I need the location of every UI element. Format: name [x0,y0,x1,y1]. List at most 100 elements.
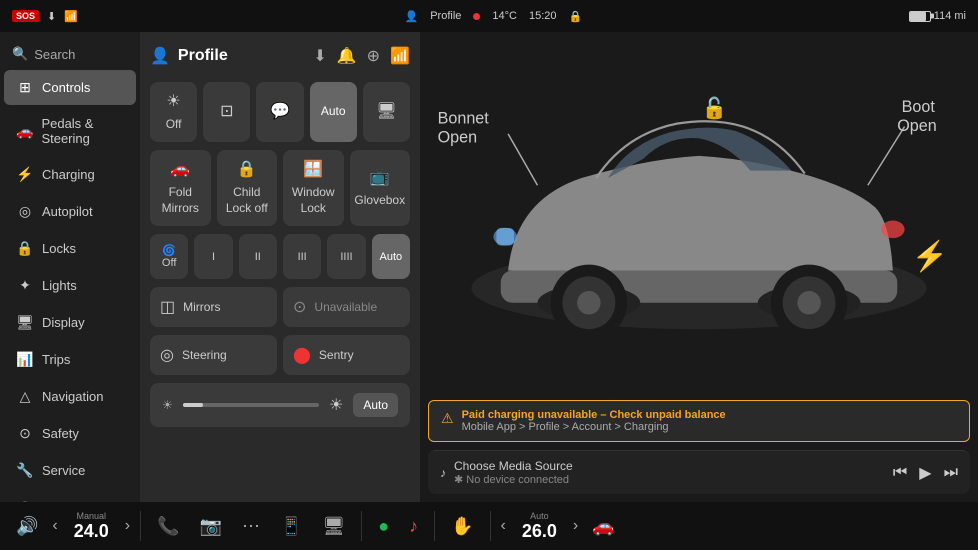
sidebar-item-software[interactable]: ⬇ Software [4,490,136,502]
child-lock-button[interactable]: 🔒 Child Lock off [217,150,278,226]
brightness-low-icon: ☀ [162,398,173,412]
volume-down-button[interactable]: ‹ [50,515,59,537]
ac-button[interactable]: ⊡ [203,82,250,142]
bell-icon[interactable]: 🔔 [337,46,357,66]
download-action-icon[interactable]: ⬇ [313,46,326,66]
speed-value: 26.0 [522,521,557,542]
svg-text:Open: Open [897,117,937,135]
fold-mirrors-icon: 🚗 [170,160,190,181]
auto-climate-button[interactable]: Auto [310,82,357,142]
steering-feature-button[interactable]: ◎ Steering [150,335,277,375]
fold-mirrors-label: Fold Mirrors [158,185,203,216]
signal-action-icon[interactable]: 📶 [390,46,410,66]
bluetooth-icon[interactable]: ⊕ [367,46,380,66]
sentry-icon: ⬤ [293,345,311,365]
speed-mode-label: Auto [530,511,549,521]
sun-off-button[interactable]: ☀ Off [150,82,197,142]
prev-track-button[interactable]: ⏮ [893,464,907,482]
search-button[interactable]: 🔍 Search [0,40,140,68]
sos-badge: SOS [12,10,39,22]
media-left: ♪ Choose Media Source ✱ No device connec… [440,459,573,486]
mirror-controls-row: 🚗 Fold Mirrors 🔒 Child Lock off 🪟 Window… [150,150,410,226]
play-button[interactable]: ▶ [919,463,931,483]
recording-dot [473,13,480,20]
brightness-auto-button[interactable]: Auto [353,393,398,417]
auto-climate-label: Auto [321,104,346,120]
child-lock-label: Child Lock off [225,185,270,216]
phone-icon: 📞 [157,516,179,537]
sidebar-item-charging[interactable]: ⚡ Charging [4,157,136,192]
wiper-auto-button[interactable]: Auto [372,234,410,279]
volume-up-button[interactable]: › [123,515,132,537]
hand-button[interactable]: ✋ [443,512,481,541]
screen-button[interactable]: 🖥 [314,512,353,541]
taskbar: 🔊 ‹ Manual 24.0 › 📞 📷 ⋯ 📱 🖥 ● ♪ ✋ ‹ [0,502,978,550]
screen-icon: 🖥 [322,516,345,537]
media-subtitle: ✱ No device connected [454,473,573,486]
right-panel: Bonnet Open Boot Open 🔓 ⚡ ⚠ Paid chargin… [420,32,978,502]
speed-up-button[interactable]: › [571,515,580,537]
fan-button[interactable]: 💬 [256,82,303,142]
sidebar-item-locks[interactable]: 🔒 Locks [4,231,136,266]
wiper-1-button[interactable]: I [194,234,232,279]
ac-icon: ⊡ [220,102,233,123]
glovebox-icon: 📺 [370,168,390,189]
car-display: Bonnet Open Boot Open 🔓 ⚡ [420,32,978,392]
sidebar-label-charging: Charging [42,167,95,182]
sidebar-item-lights[interactable]: ✦ Lights [4,268,136,303]
sun-off-label: Off [166,117,182,133]
fold-mirrors-button[interactable]: 🚗 Fold Mirrors [150,150,211,226]
sidebar-label-display: Display [42,315,85,330]
mirror-button[interactable]: 📱 [272,512,310,541]
wiper-4-button[interactable]: IIII [327,234,365,279]
sidebar-item-controls[interactable]: ⊞ Controls [4,70,136,105]
volume-control[interactable]: 🔊 [8,512,46,541]
sidebar-item-navigation[interactable]: △ Navigation [4,379,136,414]
camera-button[interactable]: 📷 [192,512,230,541]
panel-header: 👤 Profile ⬇ 🔔 ⊕ 📶 [150,42,410,74]
sidebar-item-autopilot[interactable]: ◎ Autopilot [4,194,136,229]
clock: 15:20 [529,10,557,22]
signal-icon: 📶 [64,10,78,23]
phone-button[interactable]: 📞 [149,512,187,541]
status-bar: SOS ⬇ 📶 👤 Profile 14°C 15:20 🔒 114 mi [0,0,978,32]
window-lock-button[interactable]: 🪟 Window Lock [283,150,344,226]
mirrors-feature-button[interactable]: ◫ Mirrors [150,287,277,327]
safety-icon: ⊙ [16,425,34,442]
sidebar-label-trips: Trips [42,352,70,367]
speed-down-button[interactable]: ‹ [499,515,508,537]
spotify-button[interactable]: ● [370,512,397,541]
brightness-slider[interactable] [183,403,319,407]
glovebox-button[interactable]: 📺 Glovebox [350,150,411,226]
unavailable-feature-button[interactable]: ⊙ Unavailable [283,287,410,327]
car-svg: Bonnet Open Boot Open 🔓 ⚡ [420,42,978,402]
volume-arrows: ‹ Manual 24.0 › [50,507,132,546]
sidebar-item-pedals[interactable]: 🚗 Pedals & Steering [4,107,136,155]
music-note-icon: ♪ [440,466,446,480]
car-status-icon: 🚗 [592,516,614,537]
apple-music-button[interactable]: ♪ [401,512,426,541]
controls-icon: ⊞ [16,79,34,96]
sun-icon: ☀ [166,92,180,113]
sentry-label: Sentry [319,348,354,362]
child-lock-icon: 🔒 [237,160,257,181]
sidebar-item-service[interactable]: 🔧 Service [4,453,136,488]
profile-label[interactable]: Profile [430,10,461,22]
wiper-3-button[interactable]: III [283,234,321,279]
steering-label: Steering [182,348,227,362]
warning-text: Paid charging unavailable – Check unpaid… [462,409,726,433]
battery-indicator: 114 mi [909,10,966,22]
car-status-button[interactable]: 🚗 [584,512,622,541]
next-track-button[interactable]: ⏭ [944,464,958,482]
display-icon: 🖥 [16,314,34,331]
search-icon: 🔍 [12,46,28,62]
mirrors-feature-icon: ◫ [160,297,175,317]
apps-button[interactable]: ⋯ [234,512,268,541]
sidebar-item-trips[interactable]: 📊 Trips [4,342,136,377]
wiper-off-button[interactable]: 🌀 Off [150,234,188,279]
display-mode-button[interactable]: 🖥 [363,82,410,142]
sentry-button[interactable]: ⬤ Sentry [283,335,410,375]
wiper-2-button[interactable]: II [239,234,277,279]
sidebar-item-safety[interactable]: ⊙ Safety [4,416,136,451]
sidebar-item-display[interactable]: 🖥 Display [4,305,136,340]
